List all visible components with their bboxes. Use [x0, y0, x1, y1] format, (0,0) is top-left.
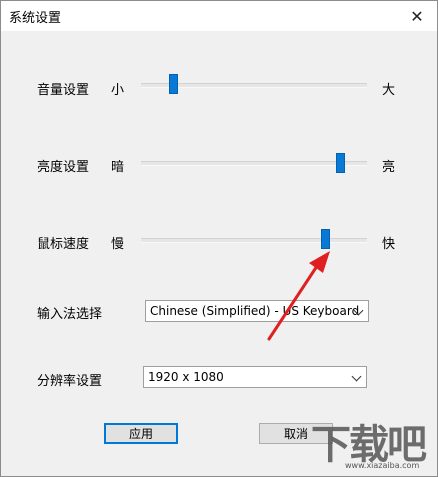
watermark-url: www.xiazaiba.com [345, 461, 420, 470]
watermark-logo: 下载吧 www.xiazaiba.com [305, 412, 435, 472]
settings-dialog: 系统设置 ✕ 音量设置 小 大 亮度设置 暗 亮 鼠标速度 慢 快 输入法选择 … [0, 0, 438, 477]
annotation-arrow [267, 251, 330, 341]
